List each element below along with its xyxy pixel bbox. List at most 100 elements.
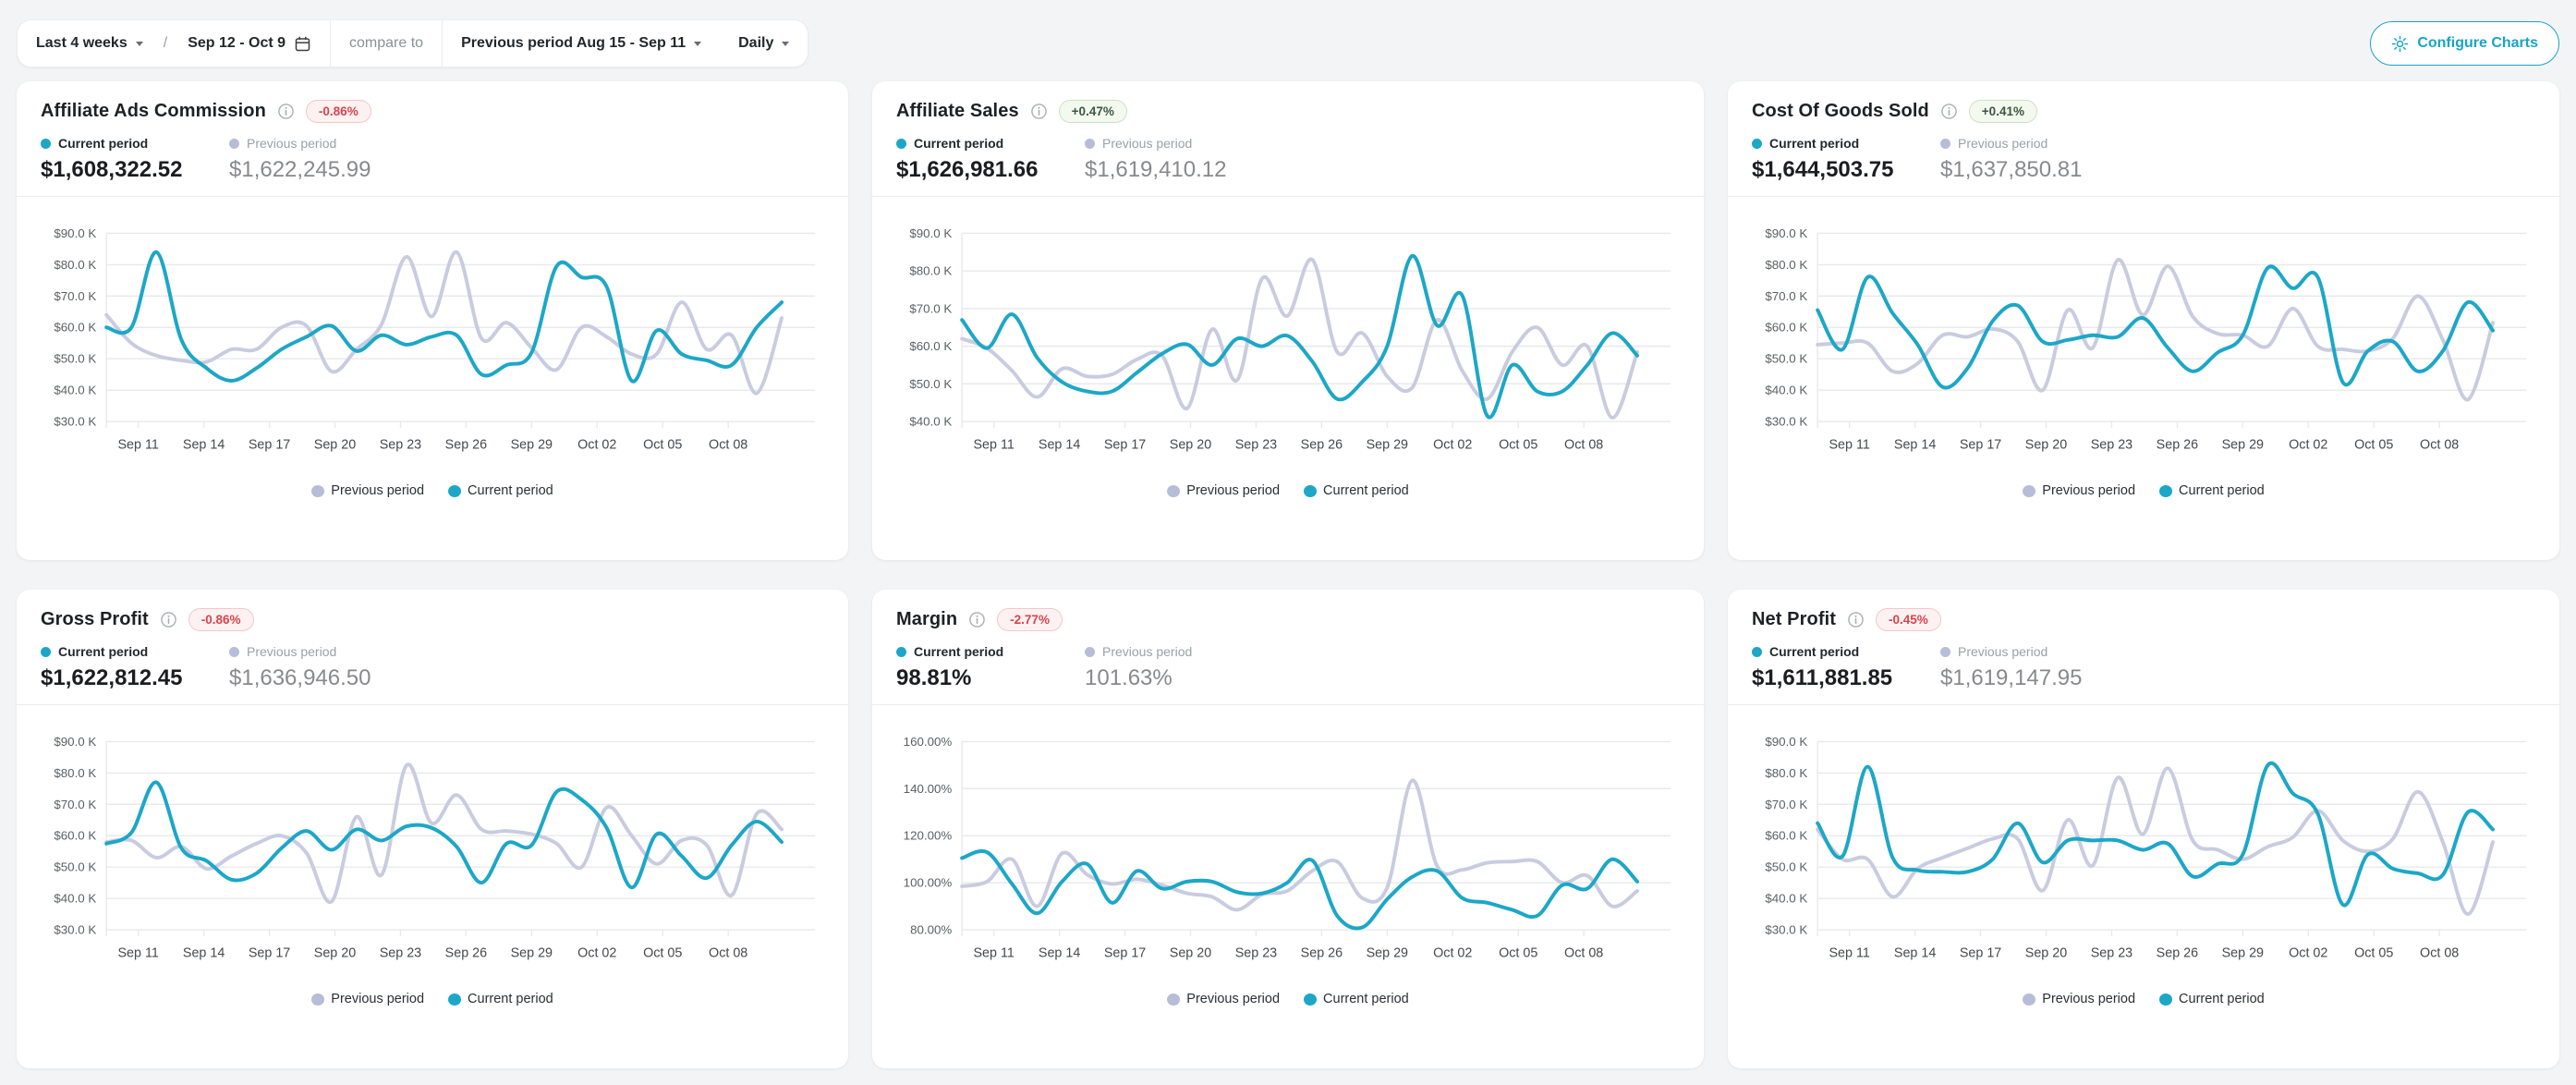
legend-current[interactable]: Current period bbox=[2159, 992, 2265, 1006]
svg-text:$80.0 K: $80.0 K bbox=[54, 766, 96, 780]
svg-text:$50.0 K: $50.0 K bbox=[54, 352, 96, 366]
info-icon[interactable] bbox=[968, 611, 986, 628]
card-title: Margin bbox=[896, 609, 957, 630]
info-icon[interactable] bbox=[277, 103, 295, 120]
svg-text:$50.0 K: $50.0 K bbox=[54, 860, 96, 874]
legend-previous[interactable]: Previous period bbox=[1167, 992, 1280, 1006]
granularity-dropdown[interactable]: Daily bbox=[720, 20, 808, 67]
line-chart[interactable]: $90.0 K$80.0 K$70.0 K$60.0 K$50.0 K$40.0… bbox=[41, 221, 824, 476]
info-icon[interactable] bbox=[1940, 103, 1958, 120]
previous-period-dot bbox=[1085, 139, 1095, 149]
svg-text:Oct 08: Oct 08 bbox=[2420, 438, 2459, 453]
legend-current[interactable]: Current period bbox=[2159, 483, 2265, 498]
legend-previous[interactable]: Previous period bbox=[2023, 483, 2135, 498]
chevron-down-icon bbox=[136, 42, 143, 50]
svg-text:Oct 08: Oct 08 bbox=[709, 946, 747, 961]
legend-previous[interactable]: Previous period bbox=[311, 992, 424, 1006]
legend-current[interactable]: Current period bbox=[448, 483, 553, 498]
previous-period-value: $1,636,946.50 bbox=[229, 665, 371, 691]
current-period-label: Current period bbox=[58, 136, 148, 151]
svg-text:$60.0 K: $60.0 K bbox=[54, 829, 96, 843]
calendar-icon bbox=[294, 35, 311, 53]
configure-charts-button[interactable]: Configure Charts bbox=[2370, 21, 2559, 66]
svg-text:Sep 20: Sep 20 bbox=[314, 946, 356, 961]
legend-current[interactable]: Current period bbox=[448, 992, 553, 1006]
info-icon[interactable] bbox=[160, 611, 177, 628]
card-header: Affiliate Ads Commission -0.86% Current … bbox=[17, 81, 848, 196]
line-chart[interactable]: $90.0 K$80.0 K$70.0 K$60.0 K$50.0 K$40.0… bbox=[1752, 221, 2535, 476]
current-period-metric: Current period $1,622,812.45 bbox=[41, 644, 229, 691]
legend-previous[interactable]: Previous period bbox=[2023, 992, 2135, 1006]
legend-current[interactable]: Current period bbox=[1304, 483, 1409, 498]
current-period-metric: Current period 98.81% bbox=[896, 644, 1085, 691]
change-badge: -2.77% bbox=[997, 608, 1063, 631]
svg-text:Oct 05: Oct 05 bbox=[2354, 438, 2393, 453]
svg-text:Oct 02: Oct 02 bbox=[2289, 438, 2327, 453]
previous-period-dot bbox=[1167, 994, 1180, 1006]
svg-text:Sep 17: Sep 17 bbox=[1960, 438, 2001, 453]
svg-text:$40.0 K: $40.0 K bbox=[1765, 384, 1807, 397]
svg-text:Sep 11: Sep 11 bbox=[117, 946, 158, 961]
svg-text:Sep 14: Sep 14 bbox=[1039, 946, 1080, 961]
svg-text:$80.0 K: $80.0 K bbox=[54, 258, 96, 272]
current-period-label: Current period bbox=[1769, 644, 1859, 659]
svg-text:Sep 17: Sep 17 bbox=[1960, 946, 2001, 961]
previous-period-value: $1,619,410.12 bbox=[1085, 157, 1226, 183]
svg-text:Sep 26: Sep 26 bbox=[2157, 946, 2198, 961]
line-chart[interactable]: $90.0 K$80.0 K$70.0 K$60.0 K$50.0 K$40.0… bbox=[896, 221, 1680, 476]
line-chart[interactable]: $90.0 K$80.0 K$70.0 K$60.0 K$50.0 K$40.0… bbox=[41, 729, 824, 984]
svg-text:$30.0 K: $30.0 K bbox=[54, 415, 96, 429]
previous-period-metric: Previous period 101.63% bbox=[1085, 644, 1192, 691]
change-badge: +0.41% bbox=[1969, 100, 2037, 123]
compare-period-dropdown[interactable]: Previous period Aug 15 - Sep 11 bbox=[443, 20, 720, 67]
svg-text:Sep 29: Sep 29 bbox=[1367, 438, 1408, 453]
svg-text:Oct 05: Oct 05 bbox=[1499, 946, 1537, 961]
svg-text:Sep 23: Sep 23 bbox=[380, 946, 421, 961]
svg-text:Sep 29: Sep 29 bbox=[511, 946, 553, 961]
svg-text:$40.0 K: $40.0 K bbox=[1765, 892, 1807, 906]
chevron-down-icon bbox=[782, 42, 789, 50]
current-period-dot bbox=[448, 994, 461, 1006]
svg-text:80.00%: 80.00% bbox=[910, 923, 952, 937]
current-period-dot bbox=[2159, 994, 2172, 1006]
legend-current-label: Current period bbox=[2179, 483, 2265, 498]
chart-area: $90.0 K$80.0 K$70.0 K$60.0 K$50.0 K$40.0… bbox=[872, 197, 1704, 560]
card-title: Affiliate Ads Commission bbox=[41, 101, 266, 122]
metric-card: Margin -2.77% Current period 98.8 bbox=[872, 590, 1704, 1068]
svg-text:Oct 05: Oct 05 bbox=[2354, 946, 2393, 961]
previous-period-label: Previous period bbox=[1958, 644, 2047, 659]
gear-icon bbox=[2391, 35, 2409, 53]
compare-period-label: Previous period Aug 15 - Sep 11 bbox=[461, 35, 686, 52]
current-period-value: $1,626,981.66 bbox=[896, 157, 1085, 183]
svg-text:Sep 14: Sep 14 bbox=[1894, 438, 1936, 453]
svg-text:Sep 20: Sep 20 bbox=[1170, 438, 1211, 453]
previous-period-value: 101.63% bbox=[1085, 665, 1192, 691]
range-preset-dropdown[interactable]: Last 4 weeks bbox=[18, 20, 162, 67]
svg-text:Sep 17: Sep 17 bbox=[1104, 438, 1146, 453]
card-title: Affiliate Sales bbox=[896, 101, 1019, 122]
chart-legend: Previous period Current period bbox=[896, 483, 1680, 498]
svg-text:Oct 02: Oct 02 bbox=[577, 946, 616, 961]
svg-text:Sep 29: Sep 29 bbox=[511, 438, 553, 453]
legend-previous[interactable]: Previous period bbox=[311, 483, 424, 498]
svg-text:Sep 26: Sep 26 bbox=[1301, 438, 1343, 453]
svg-text:Oct 02: Oct 02 bbox=[1433, 438, 1472, 453]
line-chart[interactable]: 160.00%140.00%120.00%100.00%80.00%Sep 11… bbox=[896, 729, 1680, 984]
svg-text:$40.0 K: $40.0 K bbox=[54, 892, 96, 906]
legend-current[interactable]: Current period bbox=[1304, 992, 1409, 1006]
legend-previous-label: Previous period bbox=[331, 992, 424, 1006]
svg-text:Sep 14: Sep 14 bbox=[183, 946, 225, 961]
line-chart[interactable]: $90.0 K$80.0 K$70.0 K$60.0 K$50.0 K$40.0… bbox=[1752, 729, 2535, 984]
chevron-down-icon bbox=[694, 42, 701, 50]
cards-grid: Affiliate Ads Commission -0.86% Current … bbox=[0, 74, 2576, 1085]
date-range-picker[interactable]: Sep 12 - Oct 9 bbox=[169, 20, 330, 67]
info-icon[interactable] bbox=[1847, 611, 1865, 628]
chart-legend: Previous period Current period bbox=[41, 992, 824, 1006]
previous-period-dot bbox=[229, 139, 239, 149]
card-header: Margin -2.77% Current period 98.8 bbox=[872, 590, 1704, 704]
current-period-value: 98.81% bbox=[896, 665, 1085, 691]
svg-text:$80.0 K: $80.0 K bbox=[1765, 258, 1807, 272]
legend-previous[interactable]: Previous period bbox=[1167, 483, 1280, 498]
svg-text:Oct 08: Oct 08 bbox=[709, 438, 747, 453]
info-icon[interactable] bbox=[1030, 103, 1048, 120]
